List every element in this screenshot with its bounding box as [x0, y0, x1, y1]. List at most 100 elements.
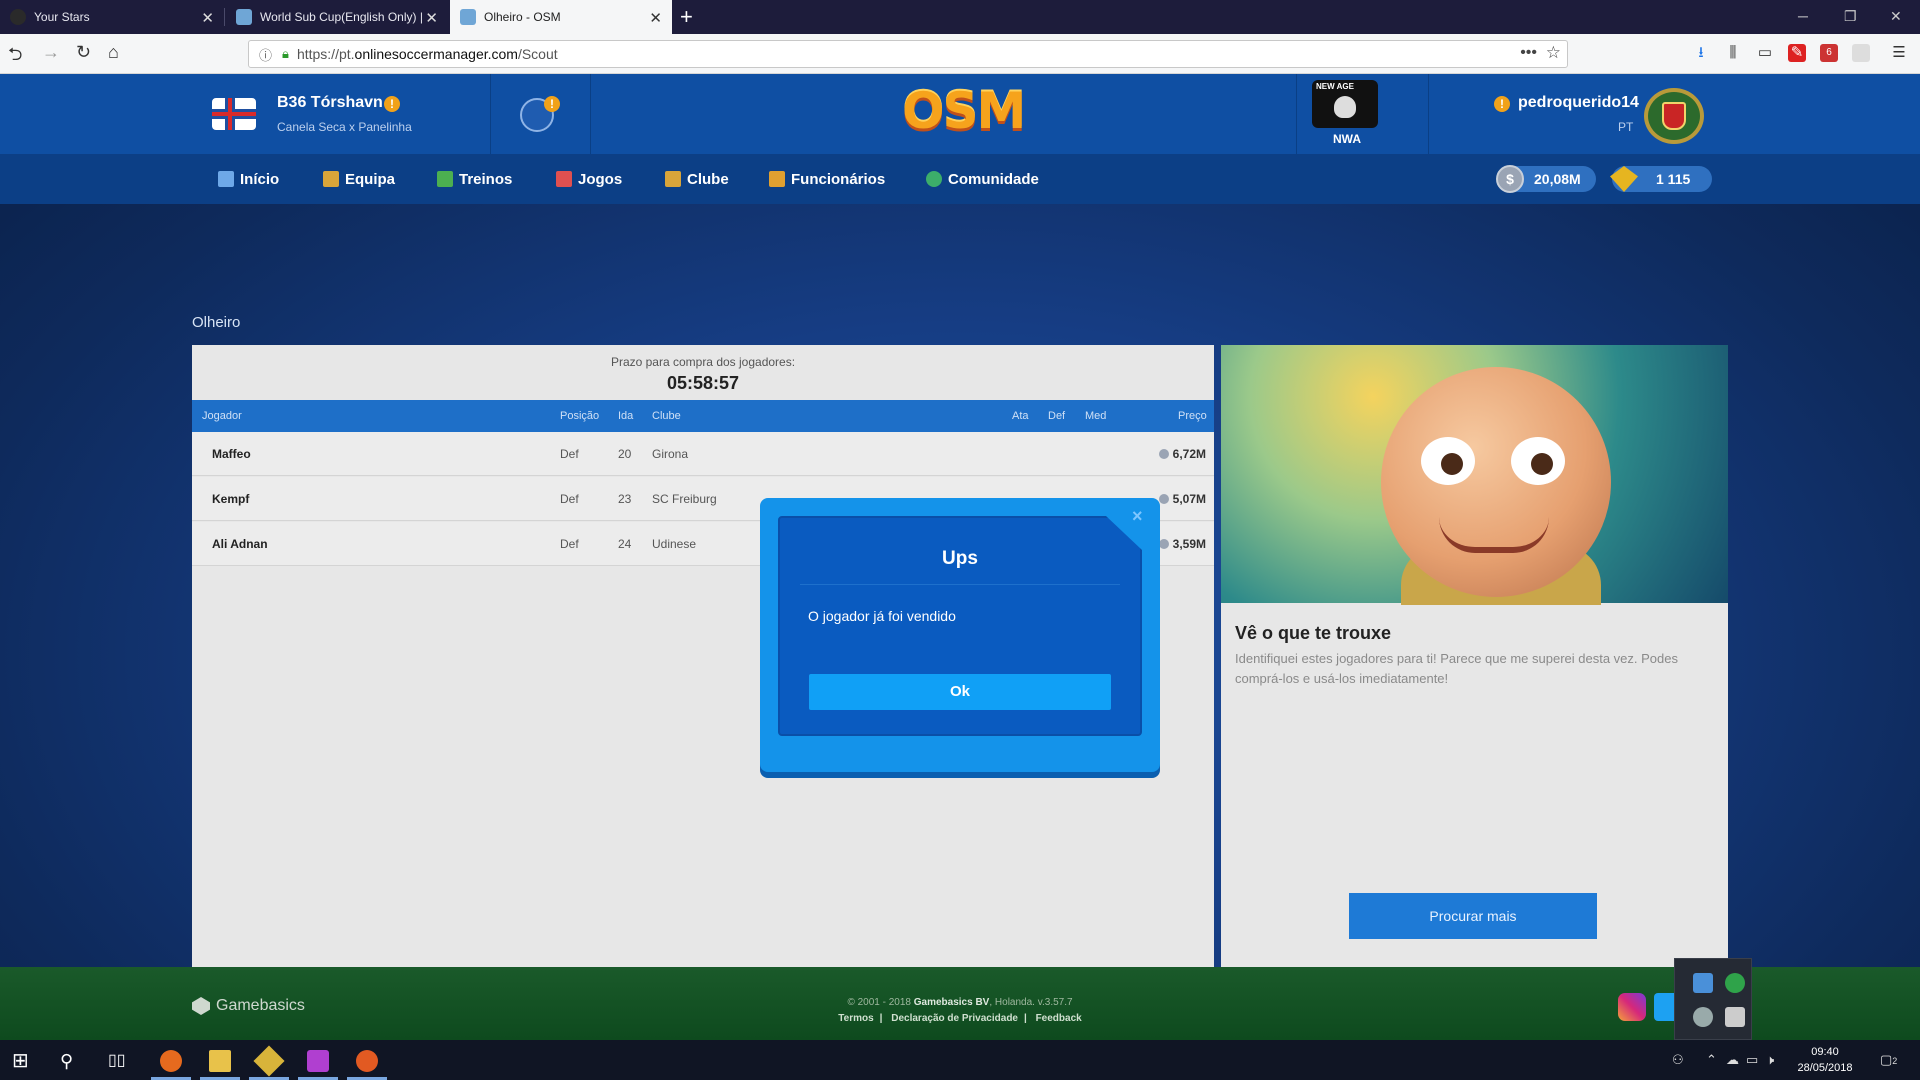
tab-title: Your Stars: [34, 10, 90, 24]
close-icon[interactable]: ✕: [425, 9, 438, 27]
close-icon[interactable]: ×: [1132, 506, 1143, 527]
info-icon[interactable]: ⓘ: [259, 45, 272, 64]
calendar-icon: [556, 171, 572, 187]
username[interactable]: pedroquerido14: [1518, 94, 1639, 112]
nav-clube[interactable]: Clube: [665, 154, 729, 204]
search-more-button[interactable]: Procurar mais: [1349, 893, 1597, 939]
addon-pen-icon[interactable]: ✎: [1788, 44, 1806, 62]
player-name: Kempf: [212, 492, 250, 506]
nav-jogos[interactable]: Jogos: [556, 154, 622, 204]
deadline-timer: 05:58:57: [666, 373, 740, 393]
money-pill[interactable]: $ 20,08M: [1496, 165, 1596, 193]
reload-icon[interactable]: ↻: [76, 42, 91, 63]
home-icon[interactable]: ⌂: [108, 42, 119, 63]
browser-tab-bar: Your Stars ✕ World Sub Cup(English Only)…: [0, 0, 1920, 34]
col-att[interactable]: Ata: [1012, 410, 1029, 422]
window-close-icon[interactable]: ✕: [1890, 8, 1902, 25]
col-club[interactable]: Clube: [652, 410, 681, 422]
nav-label: Equipa: [345, 170, 396, 188]
tab-olheiro-osm[interactable]: Olheiro - OSM ✕: [450, 0, 672, 34]
main-nav: Início Equipa Treinos Jogos Clube Funcio…: [0, 154, 1920, 204]
postman-icon[interactable]: [356, 1050, 378, 1072]
shield-icon[interactable]: [1725, 973, 1745, 993]
windows-start-icon[interactable]: ⊞: [12, 1050, 34, 1072]
github-icon: [10, 9, 26, 25]
player-age: 24: [618, 537, 632, 551]
close-icon[interactable]: ✕: [649, 9, 662, 27]
col-position[interactable]: Posição: [560, 410, 599, 422]
close-icon[interactable]: ✕: [201, 9, 214, 27]
git-app-icon[interactable]: [253, 1045, 285, 1077]
restore-icon[interactable]: ❐: [1844, 8, 1857, 25]
firefox-icon[interactable]: [160, 1050, 182, 1072]
league-badge[interactable]: NEW AGE: [1312, 80, 1378, 128]
training-icon: [437, 171, 453, 187]
download-icon[interactable]: ⭳: [1692, 44, 1710, 62]
onedrive-icon[interactable]: ☁: [1726, 1052, 1739, 1068]
instagram-icon[interactable]: [1618, 993, 1646, 1021]
search-icon[interactable]: ⚲: [60, 1050, 82, 1072]
user-crest[interactable]: [1644, 88, 1704, 144]
nav-equipa[interactable]: Equipa: [323, 154, 395, 204]
bookmark-star-icon[interactable]: ☆: [1546, 43, 1561, 63]
player-club: Girona: [652, 447, 689, 461]
col-player[interactable]: Jogador: [202, 410, 242, 422]
file-explorer-icon[interactable]: [209, 1050, 231, 1072]
col-def[interactable]: Def: [1048, 410, 1065, 422]
error-modal: × Ups O jogador já foi vendido Ok: [760, 498, 1160, 772]
tray-chevron-icon[interactable]: ⌃: [1706, 1052, 1717, 1068]
player-age: 20: [618, 447, 632, 461]
user-warning-icon[interactable]: !: [1494, 96, 1510, 112]
col-age[interactable]: Ida: [618, 410, 633, 422]
nav-funcionarios[interactable]: Funcionários: [769, 154, 885, 204]
tab-world-sub-cup[interactable]: World Sub Cup(English Only) | ✕: [226, 0, 448, 34]
mouse-icon[interactable]: [1693, 1007, 1713, 1027]
new-tab-icon[interactable]: +: [680, 4, 693, 30]
forward-icon[interactable]: →: [42, 42, 60, 63]
table-row[interactable]: Maffeo Def 20 Girona 6,72M: [192, 432, 1214, 476]
nav-comunidade[interactable]: Comunidade: [926, 154, 1039, 204]
club-name[interactable]: B36 Tórshavn: [277, 94, 383, 112]
sidebar-icon[interactable]: ▭: [1756, 44, 1774, 62]
back-icon[interactable]: ⮌: [8, 42, 22, 72]
ublock-icon[interactable]: 6: [1820, 44, 1838, 62]
menu-icon[interactable]: ☰: [1890, 44, 1908, 62]
addon-icon[interactable]: [1852, 44, 1870, 62]
scout-character-image: [1221, 345, 1728, 605]
ok-button[interactable]: Ok: [809, 674, 1111, 710]
network-icon[interactable]: ▭: [1746, 1052, 1758, 1068]
club-warning-icon[interactable]: !: [384, 96, 400, 112]
nav-label: Comunidade: [948, 170, 1039, 188]
link-privacy[interactable]: Declaração de Privacidade: [891, 1013, 1018, 1024]
tab-your-stars[interactable]: Your Stars ✕: [0, 0, 224, 34]
site-page: B36 Tórshavn ! Canela Seca x Panelinha !…: [0, 74, 1920, 1040]
club-shield-icon: [665, 171, 681, 187]
nav-inicio[interactable]: Início: [218, 154, 279, 204]
col-mid[interactable]: Med: [1085, 410, 1106, 422]
notification-icon[interactable]: ▢2: [1880, 1052, 1897, 1068]
col-price[interactable]: Preço: [1178, 410, 1207, 422]
link-terms[interactable]: Termos: [838, 1013, 873, 1024]
url-text: https://pt.onlinesoccermanager.com/Scout: [296, 46, 558, 62]
library-icon[interactable]: ⫼: [1724, 44, 1742, 62]
url-bar[interactable]: ⓘ 🔒︎ https://pt.onlinesoccermanager.com/…: [248, 40, 1568, 68]
page-actions-icon[interactable]: •••: [1520, 44, 1537, 62]
nav-treinos[interactable]: Treinos: [437, 154, 512, 204]
coins-value: 1 115: [1656, 171, 1691, 187]
money-value: 20,08M: [1534, 171, 1581, 187]
minimize-icon[interactable]: ─: [1798, 8, 1808, 24]
modal-message: O jogador já foi vendido: [808, 608, 956, 624]
modal-divider: [800, 584, 1120, 585]
tray-app-icon[interactable]: [1693, 973, 1713, 993]
task-view-icon[interactable]: ▯▯: [108, 1050, 130, 1072]
people-icon[interactable]: ⚇: [1672, 1052, 1684, 1068]
link-feedback[interactable]: Feedback: [1036, 1013, 1082, 1024]
coins-pill[interactable]: 1 115: [1610, 166, 1712, 192]
phpstorm-icon[interactable]: [307, 1050, 329, 1072]
osm-favicon-icon: [460, 9, 476, 25]
nav-label: Início: [240, 170, 280, 188]
osm-logo[interactable]: OSM: [902, 82, 1026, 140]
clock[interactable]: 09:40 28/05/2018: [1790, 1044, 1860, 1076]
volume-icon[interactable]: 🕨︎: [1766, 1052, 1774, 1068]
tray-sync-icon[interactable]: [1725, 1007, 1745, 1027]
